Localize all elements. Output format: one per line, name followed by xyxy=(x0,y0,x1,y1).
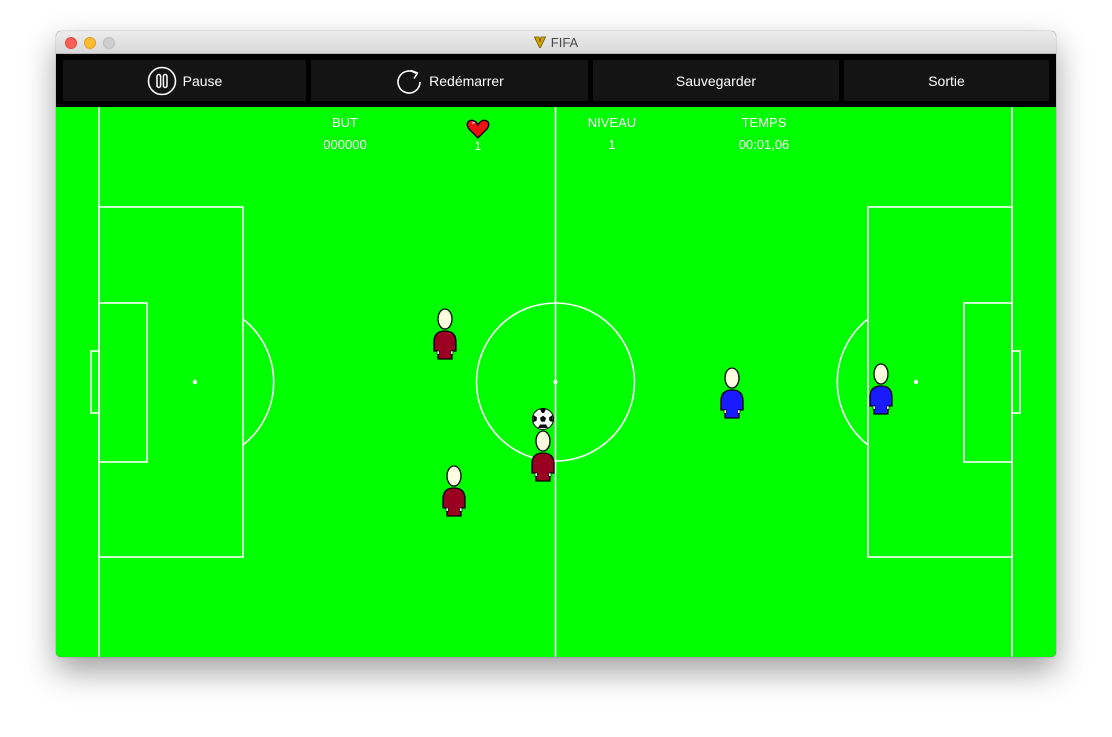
quit-button-label: Sortie xyxy=(928,72,965,89)
game-toolbar: Pause Redémarrer Sauvegarder Sortie xyxy=(56,54,1056,107)
score-value: 000000 xyxy=(323,137,367,152)
soccer-pitch xyxy=(56,107,1056,657)
level-value: 1 xyxy=(608,137,616,152)
lives-count: 1 xyxy=(474,139,482,153)
save-button-label: Sauvegarder xyxy=(675,72,757,89)
restart-button[interactable]: Redémarrer xyxy=(311,60,588,101)
center-spot xyxy=(553,379,558,385)
level-label: NIVEAU xyxy=(587,115,637,130)
window-title-group: FIFA xyxy=(56,31,1056,53)
game-area: BUT 000000 1 NIVEAU 1 TEMPS 00:01,06 xyxy=(56,107,1056,657)
pause-button-label: Pause xyxy=(182,72,223,89)
soccer-ball-icon xyxy=(532,408,554,430)
restart-arrow-icon xyxy=(397,69,421,94)
window-title: FIFA xyxy=(550,34,579,50)
time-label: TEMPS xyxy=(741,115,787,130)
title-bar: FIFA xyxy=(56,31,1056,54)
quit-button[interactable]: Sortie xyxy=(844,60,1049,101)
save-button[interactable]: Sauvegarder xyxy=(593,60,839,101)
right-penalty-spot xyxy=(913,379,919,385)
pause-circle-icon xyxy=(147,66,176,95)
restart-button-label: Redémarrer xyxy=(429,72,504,89)
app-logo-icon xyxy=(533,36,546,48)
game-window: FIFA Pause Redémarrer Sauvegarder Sortie xyxy=(56,31,1056,657)
pause-button[interactable]: Pause xyxy=(63,60,306,101)
time-value: 00:01,06 xyxy=(738,137,790,152)
left-penalty-spot xyxy=(192,379,198,385)
score-label: BUT xyxy=(332,115,358,130)
